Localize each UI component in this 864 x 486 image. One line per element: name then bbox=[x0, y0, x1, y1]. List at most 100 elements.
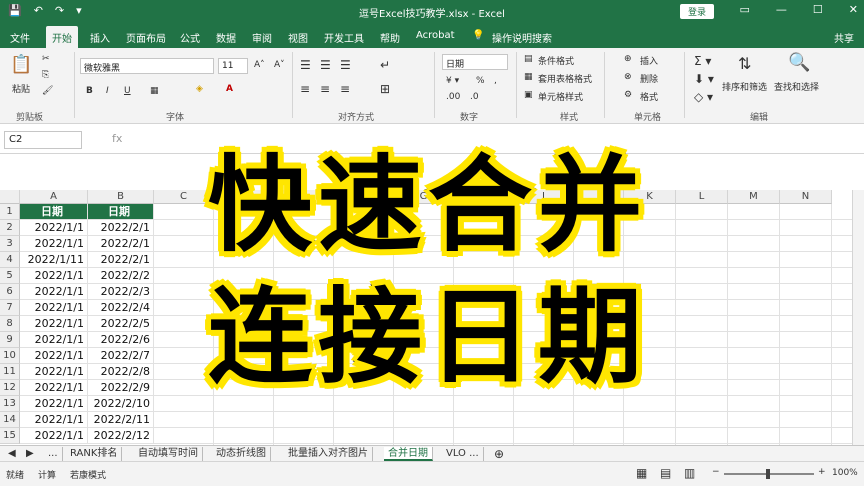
sheet-tab-rank[interactable]: RANK排名 bbox=[66, 447, 123, 461]
table-format-button[interactable]: 套用表格格式 bbox=[538, 72, 592, 85]
clear-icon[interactable]: ◇ ▾ bbox=[694, 90, 713, 104]
column-header[interactable]: M bbox=[728, 190, 780, 204]
customize-qa-icon[interactable]: ▾ bbox=[76, 4, 82, 17]
cell-b[interactable]: 2022/2/1 bbox=[88, 220, 154, 236]
tab-page-layout[interactable]: 页面布局 bbox=[126, 30, 166, 45]
cell-b[interactable]: 2022/2/1 bbox=[88, 252, 154, 268]
name-box[interactable]: C2 bbox=[4, 131, 82, 149]
sheet-tab-line-chart[interactable]: 动态折线图 bbox=[212, 447, 271, 461]
currency-icon[interactable]: ¥ ▾ bbox=[446, 76, 459, 86]
worksheet-grid[interactable]: A B C D E F G H I J K L M N 1 日期 日期 2 2022/1/1 2022/2/1 3 202… bbox=[0, 190, 852, 445]
cell-b[interactable]: 2022/2/5 bbox=[88, 316, 154, 332]
tab-developer[interactable]: 开发工具 bbox=[324, 30, 364, 45]
insert-cells-button[interactable]: 插入 bbox=[640, 54, 658, 67]
cell-b[interactable]: 2022/2/10 bbox=[88, 396, 154, 412]
tab-review[interactable]: 审阅 bbox=[252, 30, 272, 45]
tell-me-search[interactable]: 操作说明搜索 bbox=[492, 30, 552, 45]
cell-b[interactable]: 2022/2/9 bbox=[88, 380, 154, 396]
font-color-icon[interactable]: A bbox=[226, 84, 233, 94]
cell-b[interactable]: 2022/2/1 bbox=[88, 236, 154, 252]
sort-filter-button[interactable]: 排序和筛选 bbox=[722, 80, 767, 93]
column-header[interactable]: F bbox=[334, 190, 394, 204]
borders-icon[interactable]: ▦ bbox=[150, 86, 159, 96]
cell-a[interactable]: 2022/1/1 bbox=[20, 412, 88, 428]
cell-b[interactable]: 2022/2/4 bbox=[88, 300, 154, 316]
delete-cells-button[interactable]: 删除 bbox=[640, 72, 658, 85]
column-header[interactable]: K bbox=[624, 190, 676, 204]
cell-b[interactable]: 2022/2/6 bbox=[88, 332, 154, 348]
cell-a[interactable]: 2022/1/1 bbox=[20, 316, 88, 332]
bold-button[interactable]: B bbox=[86, 86, 93, 96]
cell-a[interactable]: 2022/1/1 bbox=[20, 268, 88, 284]
shrink-font-icon[interactable]: A˅ bbox=[274, 60, 285, 70]
next-sheet-icon[interactable]: ▶ bbox=[22, 447, 38, 461]
row-header[interactable]: 8 bbox=[0, 316, 20, 332]
fx-label[interactable]: fx bbox=[112, 132, 122, 145]
cell-b[interactable]: 2022/2/7 bbox=[88, 348, 154, 364]
column-header[interactable]: L bbox=[676, 190, 728, 204]
normal-view-icon[interactable]: ▦ bbox=[636, 466, 647, 480]
fill-color-icon[interactable]: ◈ bbox=[196, 84, 203, 94]
cut-icon[interactable]: ✂ bbox=[42, 54, 50, 64]
row-header[interactable]: 10 bbox=[0, 348, 20, 364]
page-layout-view-icon[interactable]: ▤ bbox=[660, 466, 671, 480]
login-button[interactable]: 登录 bbox=[680, 4, 715, 19]
cell-b[interactable]: 2022/2/3 bbox=[88, 284, 154, 300]
save-icon[interactable]: 💾 bbox=[8, 4, 22, 17]
row-header[interactable]: 2 bbox=[0, 220, 20, 236]
zoom-level[interactable]: 100% bbox=[832, 468, 858, 478]
cell-b[interactable]: 2022/2/12 bbox=[88, 428, 154, 444]
add-sheet-icon[interactable]: ⊕ bbox=[490, 447, 508, 461]
tab-file[interactable]: 文件 bbox=[10, 30, 30, 45]
cell-a[interactable]: 2022/1/1 bbox=[20, 380, 88, 396]
paste-label[interactable]: 粘贴 bbox=[12, 82, 30, 95]
column-header[interactable]: N bbox=[780, 190, 832, 204]
close-icon[interactable]: ✕ bbox=[849, 3, 858, 16]
cell-a[interactable]: 2022/1/1 bbox=[20, 236, 88, 252]
cell-b[interactable]: 2022/2/2 bbox=[88, 268, 154, 284]
align-bottom-icon[interactable]: ☰ bbox=[340, 58, 351, 72]
page-break-view-icon[interactable]: ▥ bbox=[684, 466, 695, 480]
column-header[interactable]: C bbox=[154, 190, 214, 204]
conditional-format-button[interactable]: 条件格式 bbox=[538, 54, 574, 67]
tab-help[interactable]: 帮助 bbox=[380, 30, 400, 45]
paste-icon[interactable]: 📋 bbox=[10, 54, 32, 75]
sheet-tab-insert-images[interactable]: 批量插入对齐图片 bbox=[284, 447, 373, 461]
column-header[interactable]: E bbox=[274, 190, 334, 204]
increase-decimal-icon[interactable]: .00 bbox=[446, 92, 460, 102]
grow-font-icon[interactable]: A˄ bbox=[254, 60, 265, 70]
minimize-icon[interactable]: — bbox=[776, 3, 787, 16]
select-all-corner[interactable] bbox=[0, 190, 20, 204]
zoom-out-icon[interactable]: − bbox=[712, 467, 720, 477]
redo-icon[interactable]: ↷ bbox=[55, 4, 64, 17]
tab-data[interactable]: 数据 bbox=[216, 30, 236, 45]
cell-b[interactable]: 日期 bbox=[88, 204, 154, 220]
column-header[interactable]: D bbox=[214, 190, 274, 204]
cell-b[interactable]: 2022/2/11 bbox=[88, 412, 154, 428]
format-painter-icon[interactable]: 🖌 bbox=[42, 86, 53, 96]
sheet-tab-auto-time[interactable]: 自动填写时间 bbox=[134, 447, 203, 461]
find-select-button[interactable]: 查找和选择 bbox=[774, 80, 819, 93]
column-header[interactable]: J bbox=[574, 190, 624, 204]
comma-icon[interactable]: , bbox=[494, 76, 497, 86]
cell-a[interactable]: 2022/1/1 bbox=[20, 332, 88, 348]
column-header[interactable]: A bbox=[20, 190, 88, 204]
cell-b[interactable]: 2022/2/8 bbox=[88, 364, 154, 380]
row-header[interactable]: 15 bbox=[0, 428, 20, 444]
row-header[interactable]: 5 bbox=[0, 268, 20, 284]
tab-insert[interactable]: 插入 bbox=[90, 30, 110, 45]
tab-formulas[interactable]: 公式 bbox=[180, 30, 200, 45]
cell-a[interactable]: 2022/1/1 bbox=[20, 300, 88, 316]
align-middle-icon[interactable]: ☰ bbox=[320, 58, 331, 72]
align-left-icon[interactable]: ≡ bbox=[300, 82, 310, 96]
percent-icon[interactable]: % bbox=[476, 76, 485, 86]
cell-a[interactable]: 2022/1/1 bbox=[20, 364, 88, 380]
tab-view[interactable]: 视图 bbox=[288, 30, 308, 45]
row-header[interactable]: 7 bbox=[0, 300, 20, 316]
autosum-icon[interactable]: Σ ▾ bbox=[694, 54, 711, 68]
font-family-select[interactable]: 微软雅黑 bbox=[80, 58, 214, 74]
wrap-text-icon[interactable]: ↵ bbox=[380, 58, 390, 72]
tab-acrobat[interactable]: Acrobat bbox=[416, 30, 455, 41]
column-header[interactable]: B bbox=[88, 190, 154, 204]
sheet-tab-vlookup[interactable]: VLO ... bbox=[442, 447, 484, 461]
